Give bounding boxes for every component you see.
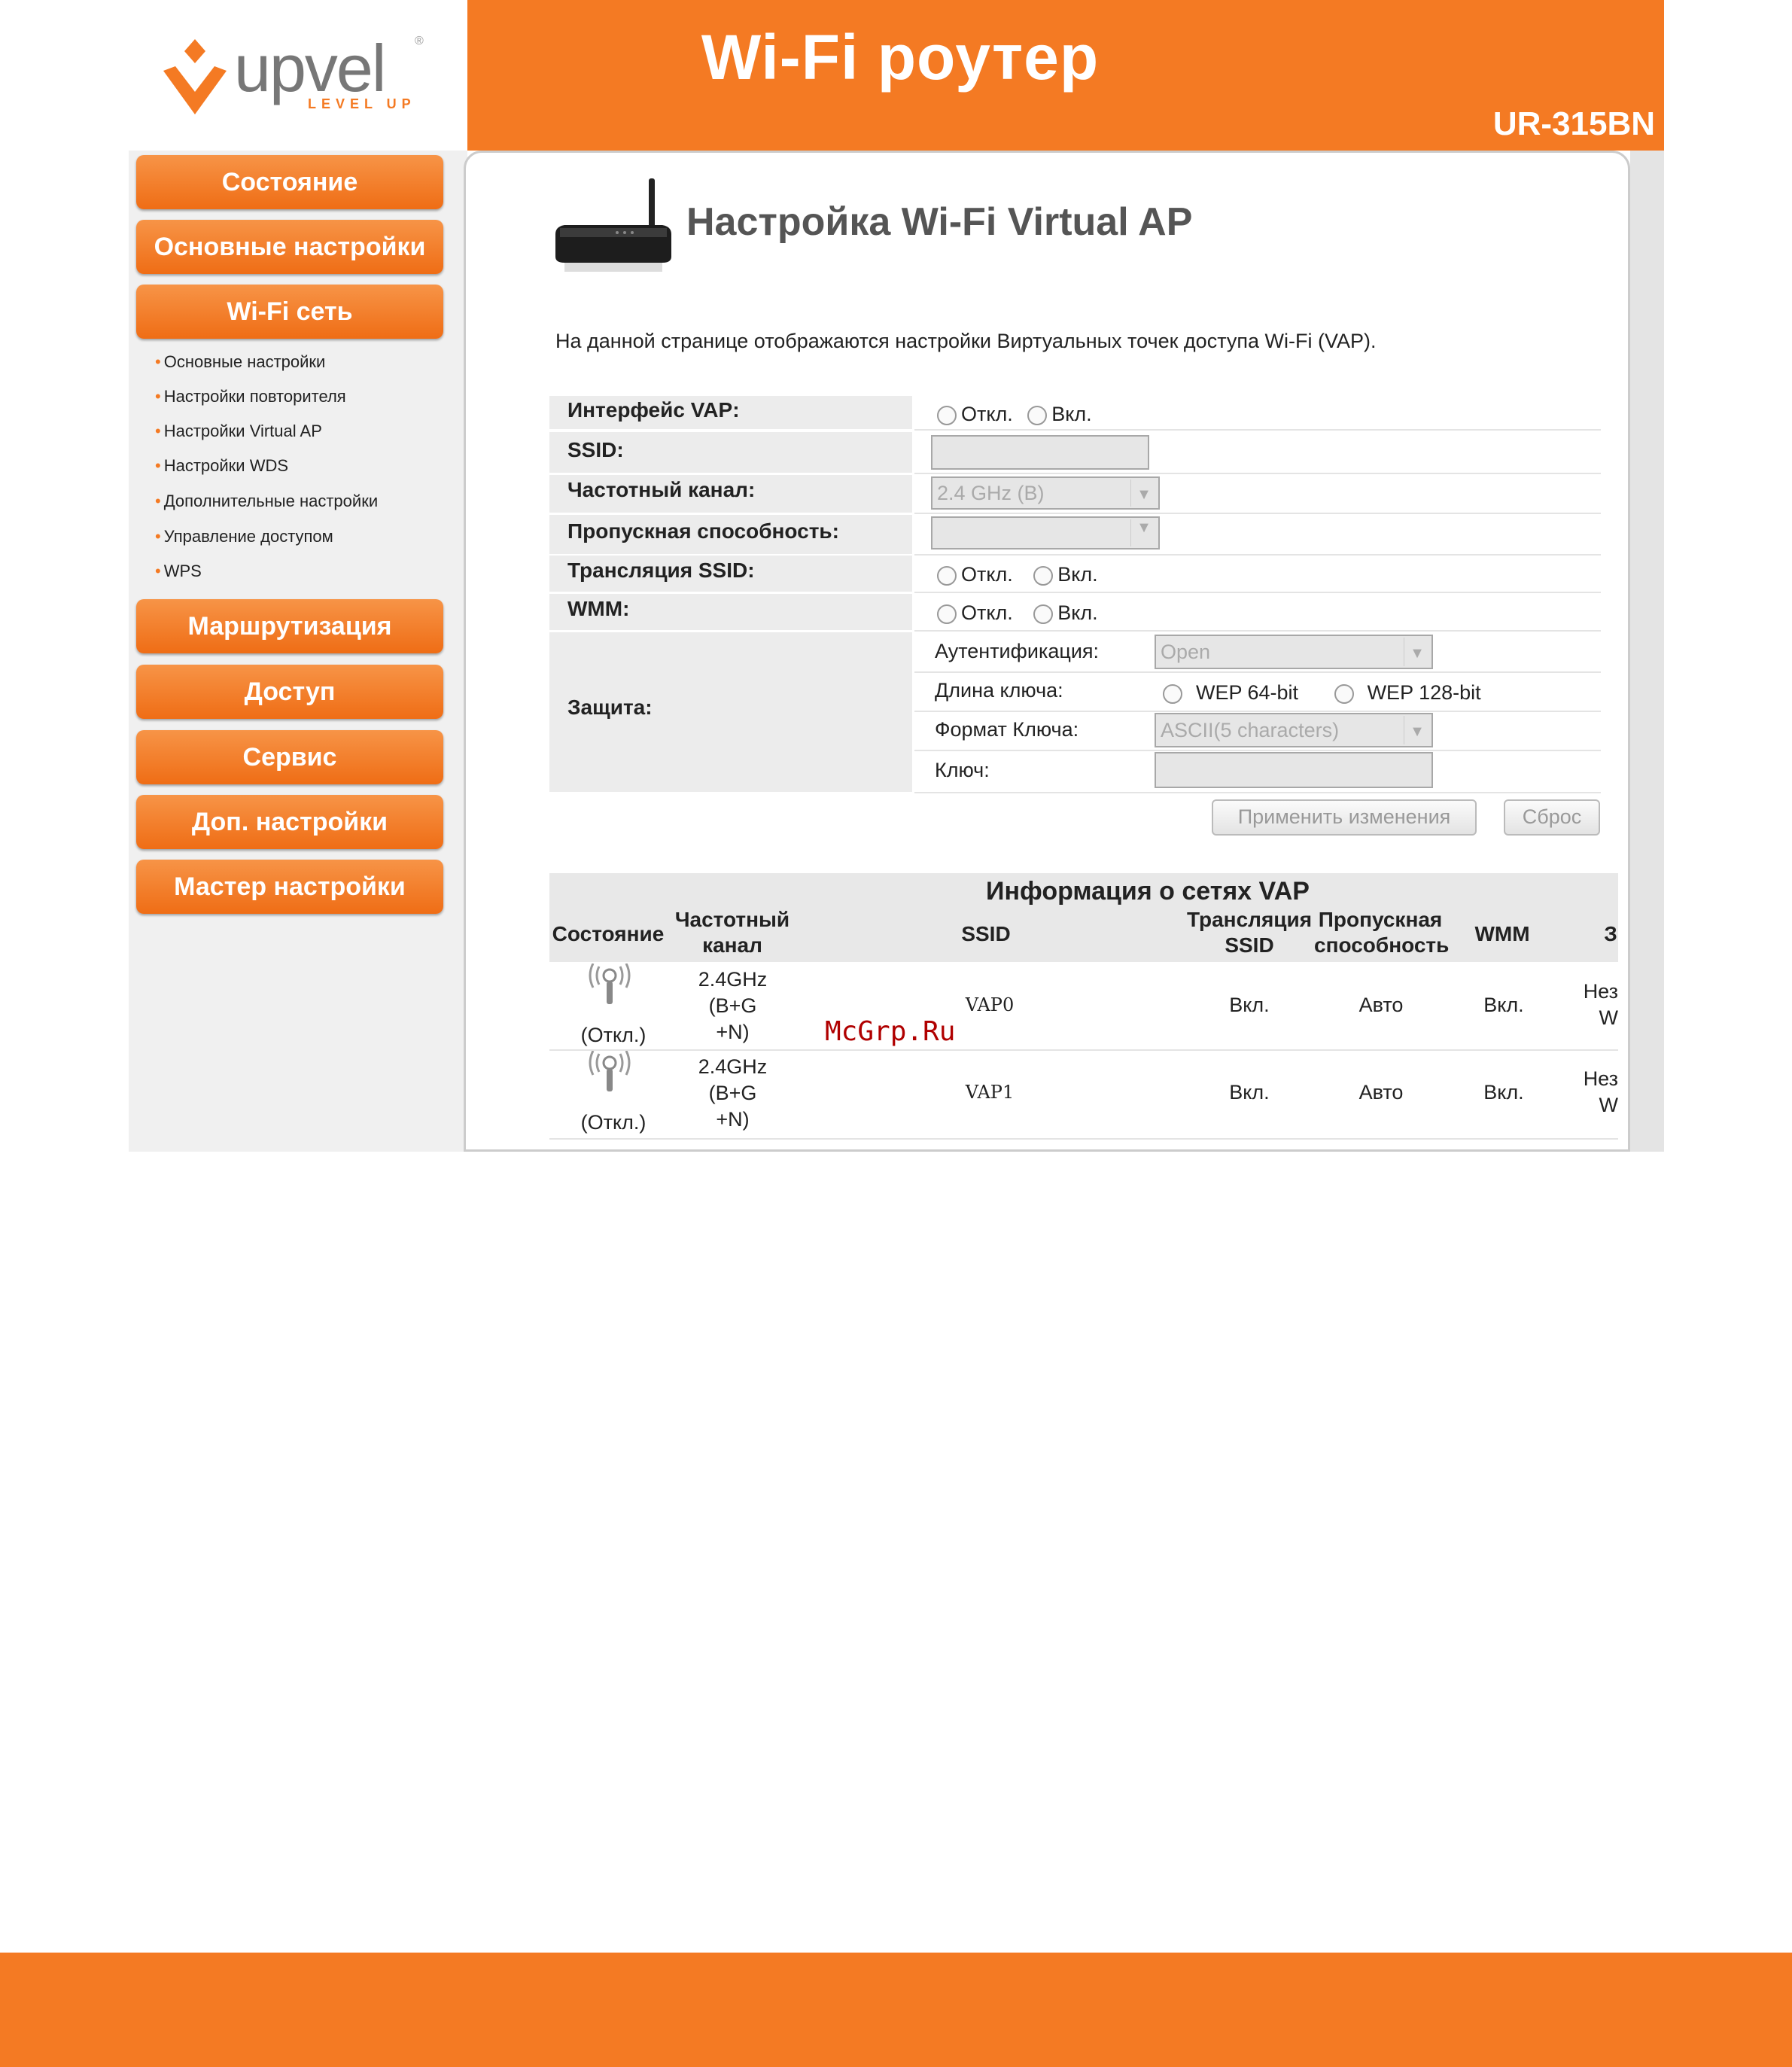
menu-access-button[interactable]: Доступ bbox=[136, 665, 443, 719]
row-bandwidth: Авто bbox=[1358, 994, 1404, 1016]
antenna-off-icon bbox=[589, 1051, 631, 1091]
submenu-wps[interactable]: • WPS bbox=[155, 562, 202, 581]
vap-table-title: Информация о сетях VAP bbox=[986, 877, 1310, 906]
row-broadcast: Вкл. bbox=[1229, 994, 1270, 1016]
vap-interface-label: Интерфейс VAP: bbox=[549, 396, 912, 429]
ssid-broadcast-label: Трансляция SSID: bbox=[549, 556, 912, 592]
vap-interface-row: Откл. Вкл. bbox=[914, 396, 1601, 431]
security-label: Защита: bbox=[549, 632, 912, 792]
logo-tagline: LEVEL UP bbox=[308, 96, 416, 111]
router-icon bbox=[555, 178, 671, 272]
chevron-down-icon: ▼ bbox=[1130, 479, 1157, 507]
submenu-virtual-ap-settings[interactable]: • Настройки Virtual AP bbox=[155, 422, 322, 441]
upvel-logo-icon bbox=[163, 39, 227, 114]
wep64-radio[interactable] bbox=[1163, 683, 1182, 704]
col-security: З bbox=[1604, 922, 1617, 945]
menu-setup-wizard-button[interactable]: Мастер настройки bbox=[136, 860, 443, 914]
ssid-input[interactable] bbox=[931, 435, 1149, 470]
header-bar: Wi-Fi роутер UR-315BN bbox=[467, 0, 1664, 151]
logo: upvel ® LEVEL UP bbox=[129, 0, 467, 151]
logo-registered-mark: ® bbox=[415, 35, 424, 47]
wmm-off-radio[interactable] bbox=[937, 604, 957, 624]
submenu-access-control[interactable]: • Управление доступом bbox=[155, 527, 333, 546]
row-security: Нез W bbox=[1583, 980, 1618, 1029]
key-length-label: Длина ключа: bbox=[935, 679, 1063, 702]
ssid-broadcast-row: Откл. Вкл. bbox=[914, 556, 1601, 593]
sidebar: Состояние Основные настройки Wi-Fi сеть … bbox=[129, 151, 467, 1152]
row-wmm: Вкл. bbox=[1483, 1081, 1524, 1104]
row-security: Нез W bbox=[1583, 1067, 1618, 1116]
right-strip bbox=[1630, 151, 1664, 1152]
key-length-options: WEP 64-bit WEP 128-bit bbox=[1163, 677, 1481, 708]
menu-routing-button[interactable]: Маршрутизация bbox=[136, 599, 443, 653]
reset-button[interactable]: Сброс bbox=[1504, 799, 1600, 836]
page-title: Настройка Wi-Fi Virtual AP bbox=[686, 200, 1193, 244]
key-input[interactable] bbox=[1155, 752, 1433, 788]
antenna-off-icon bbox=[589, 963, 631, 1004]
footer-bar bbox=[0, 1953, 1792, 2067]
broadcast-off-radio[interactable] bbox=[937, 565, 957, 586]
wmm-label: WMM: bbox=[549, 594, 912, 630]
menu-status-button[interactable]: Состояние bbox=[136, 155, 443, 209]
col-status: Состояние bbox=[552, 922, 665, 945]
row-channel: 2.4GHz (B+G +N) bbox=[698, 968, 768, 1043]
vap-on-radio[interactable] bbox=[1027, 405, 1048, 425]
col-wmm: WMM bbox=[1474, 922, 1530, 945]
menu-basic-settings-button[interactable]: Основные настройки bbox=[136, 220, 443, 274]
channel-select[interactable]: 2.4 GHz (B) ▼ bbox=[931, 476, 1160, 510]
wep128-radio[interactable] bbox=[1334, 683, 1354, 704]
col-broadcast: Трансляция SSID bbox=[1186, 908, 1313, 957]
header-title: Wi-Fi роутер bbox=[701, 22, 1100, 93]
menu-extra-settings-button[interactable]: Доп. настройки bbox=[136, 795, 443, 849]
apply-changes-button[interactable]: Применить изменения bbox=[1212, 799, 1477, 836]
watermark: McGrp.Ru bbox=[825, 1016, 956, 1047]
ssid-label: SSID: bbox=[549, 432, 912, 473]
key-format-label: Формат Ключа: bbox=[935, 718, 1079, 741]
col-channel: Частотный канал bbox=[674, 908, 790, 957]
submenu-repeater-settings[interactable]: • Настройки повторителя bbox=[155, 387, 346, 406]
key-label: Ключ: bbox=[935, 759, 990, 781]
row-status: (Откл.) bbox=[580, 1024, 647, 1046]
channel-label: Частотный канал: bbox=[549, 475, 912, 513]
auth-label: Аутентификация: bbox=[935, 640, 1100, 662]
menu-wifi-button[interactable]: Wi-Fi сеть bbox=[136, 285, 443, 339]
chevron-down-icon: ▼ bbox=[1404, 638, 1430, 666]
vap-off-radio[interactable] bbox=[937, 405, 957, 425]
menu-service-button[interactable]: Сервис bbox=[136, 730, 443, 784]
row-status: (Откл.) bbox=[580, 1111, 647, 1134]
broadcast-on-radio[interactable] bbox=[1033, 565, 1054, 586]
submenu-advanced-settings[interactable]: • Дополнительные настройки bbox=[155, 492, 378, 511]
col-bandwidth: Пропускная способность bbox=[1314, 908, 1450, 957]
col-ssid: SSID bbox=[961, 922, 1011, 945]
row-ssid: VAP0 bbox=[965, 994, 1015, 1015]
row-wmm: Вкл. bbox=[1483, 994, 1524, 1016]
submenu-basic-settings[interactable]: • Основные настройки bbox=[155, 352, 325, 372]
row-bandwidth: Авто bbox=[1358, 1081, 1404, 1104]
submenu-wds-settings[interactable]: • Настройки WDS bbox=[155, 456, 288, 476]
page-description: На данной странице отображаются настройк… bbox=[555, 330, 1377, 352]
row-channel: 2.4GHz (B+G +N) bbox=[698, 1055, 768, 1131]
row-broadcast: Вкл. bbox=[1229, 1081, 1270, 1104]
bandwidth-select[interactable]: ▼ bbox=[931, 516, 1160, 549]
model-name: UR-315BN bbox=[1492, 105, 1655, 142]
bandwidth-label: Пропускная способность: bbox=[549, 515, 912, 554]
wmm-row: Откл. Вкл. bbox=[914, 594, 1601, 632]
auth-select[interactable]: Open ▼ bbox=[1155, 635, 1433, 669]
chevron-down-icon: ▼ bbox=[1130, 519, 1157, 546]
wmm-on-radio[interactable] bbox=[1033, 604, 1054, 624]
key-format-select[interactable]: ASCII(5 characters) ▼ bbox=[1155, 713, 1433, 747]
row-ssid: VAP1 bbox=[965, 1082, 1015, 1103]
logo-text: upvel bbox=[234, 31, 386, 105]
chevron-down-icon: ▼ bbox=[1404, 716, 1430, 744]
